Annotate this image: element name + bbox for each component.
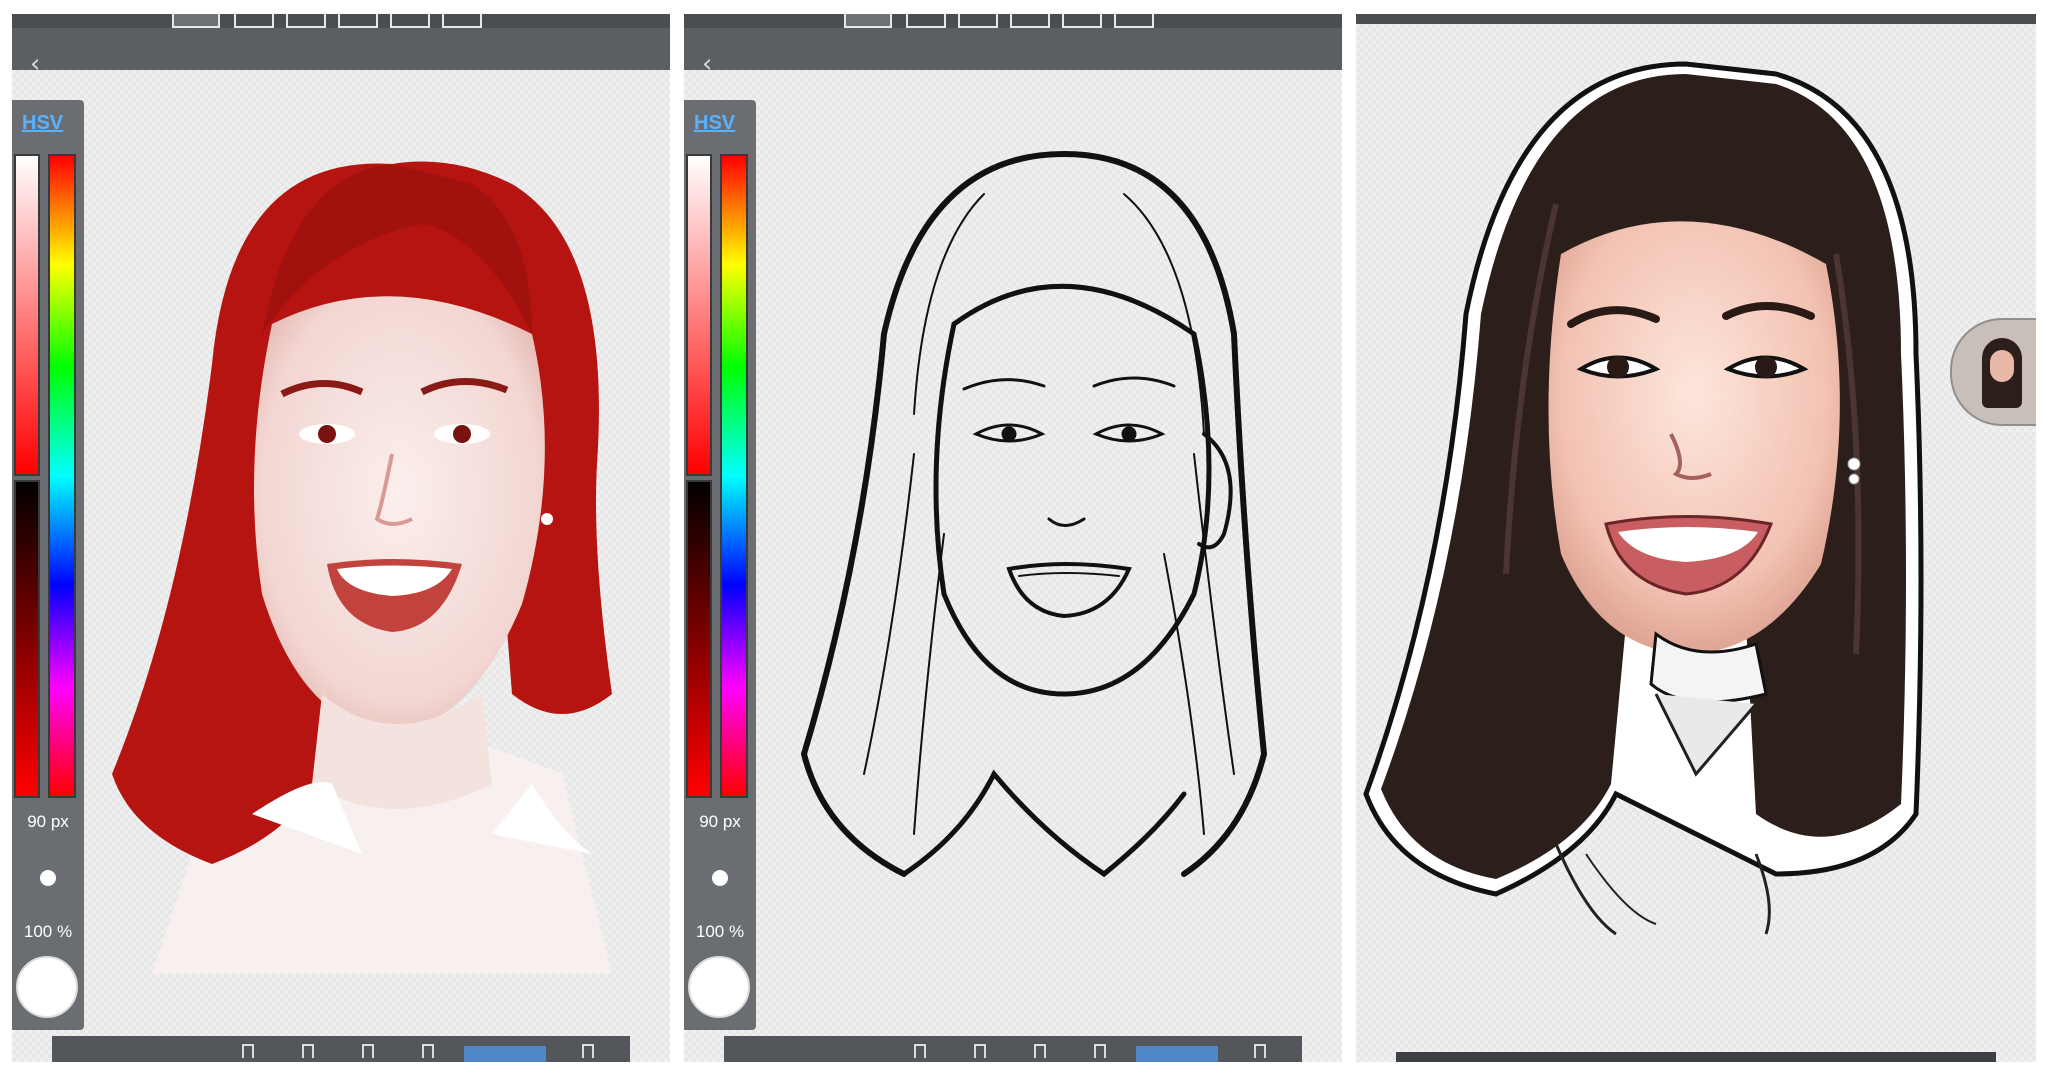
color-palette-panel: HSV 90 px 100 % (12, 100, 84, 1030)
hue-slider[interactable] (48, 154, 76, 798)
bottom-toolbar (52, 1036, 630, 1062)
select-tool-icon[interactable] (422, 1044, 434, 1058)
saturation-slider[interactable] (686, 154, 712, 476)
back-arrow-icon[interactable]: ‹ (30, 51, 50, 77)
tool-button-selected[interactable] (844, 14, 892, 28)
brush-tool-icon[interactable] (914, 1044, 926, 1058)
tool-button[interactable] (1114, 14, 1154, 28)
panel-colored-painting (1356, 14, 2036, 1062)
saturation-slider[interactable] (14, 154, 40, 476)
value-slider[interactable] (14, 480, 40, 798)
tool-button-selected[interactable] (172, 14, 220, 28)
colored-painting-image (1363, 61, 1924, 936)
tool-button[interactable] (1062, 14, 1102, 28)
line-sketch-drawing (800, 151, 1268, 878)
tool-button[interactable] (234, 14, 274, 28)
back-arrow-icon[interactable]: ‹ (702, 51, 722, 77)
tool-button[interactable] (1010, 14, 1050, 28)
active-tool-highlight[interactable] (464, 1046, 546, 1062)
top-toolbar: ‹ (684, 14, 1342, 77)
current-color-icon[interactable] (688, 956, 750, 1018)
reference-photo-image (112, 161, 612, 974)
brush-size-label: 90 px (699, 812, 741, 831)
brush-tool-icon[interactable] (242, 1044, 254, 1058)
hsv-mode-label[interactable]: HSV (694, 112, 735, 135)
panel-line-sketch: ‹ HSV 90 px 100 % (684, 14, 1342, 1062)
layers-icon[interactable] (1254, 1044, 1266, 1058)
current-color-icon[interactable] (16, 956, 78, 1018)
tool-button[interactable] (958, 14, 998, 28)
brush-size-indicator-icon[interactable] (40, 870, 56, 886)
active-tool-highlight[interactable] (1136, 1046, 1218, 1062)
tool-button[interactable] (338, 14, 378, 28)
smudge-tool-icon[interactable] (362, 1044, 374, 1058)
hue-slider[interactable] (720, 154, 748, 798)
tool-button[interactable] (286, 14, 326, 28)
panel-reference-photo: ‹ HSV 90 px 100 % (12, 14, 670, 1062)
top-toolbar: ‹ (12, 14, 670, 77)
tool-button[interactable] (442, 14, 482, 28)
eraser-tool-icon[interactable] (302, 1044, 314, 1058)
color-palette-panel: HSV 90 px 100 % (684, 100, 756, 1030)
brush-size-indicator-icon[interactable] (712, 870, 728, 886)
brush-size-label: 90 px (27, 812, 69, 831)
top-toolbar (1356, 14, 2036, 24)
tool-button[interactable] (390, 14, 430, 28)
opacity-label: 100 % (23, 922, 73, 941)
smudge-tool-icon[interactable] (1034, 1044, 1046, 1058)
select-tool-icon[interactable] (1094, 1044, 1106, 1058)
opacity-label: 100 % (695, 922, 745, 941)
value-slider[interactable] (686, 480, 712, 798)
layers-icon[interactable] (582, 1044, 594, 1058)
hsv-mode-label[interactable]: HSV (22, 112, 63, 135)
bottom-toolbar (724, 1036, 1302, 1062)
eraser-tool-icon[interactable] (974, 1044, 986, 1058)
tool-button[interactable] (906, 14, 946, 28)
bottom-toolbar (1396, 1052, 1996, 1062)
